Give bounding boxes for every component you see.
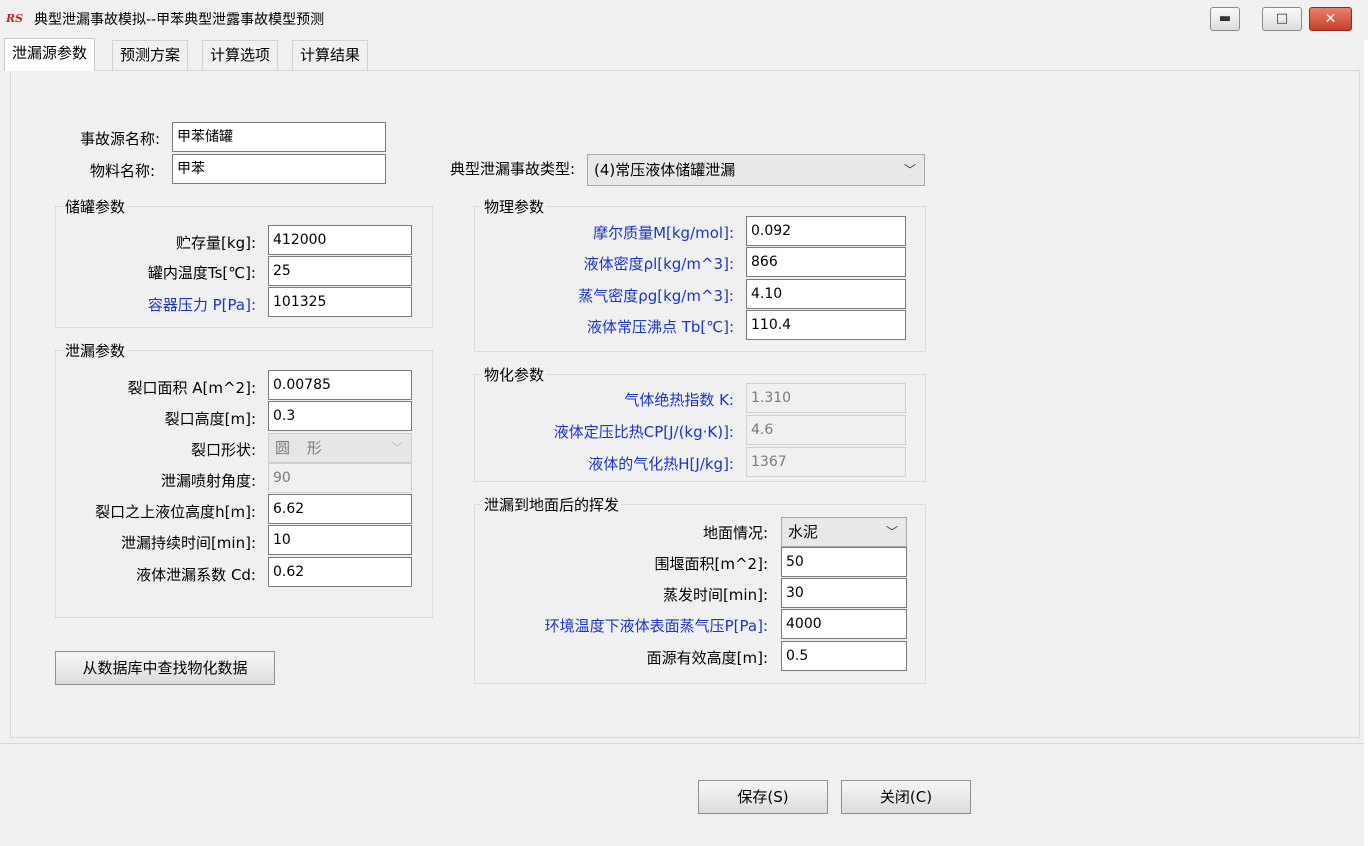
boiling-point-label: 液体常压沸点 Tb[℃]: [586, 318, 734, 336]
tank-temp-field[interactable]: 25 [268, 256, 412, 286]
specific-heat-label: 液体定压比热CP[J/(kg·K)]: [553, 423, 734, 441]
ground-type-value: 水泥 [788, 523, 819, 541]
minimize-icon: ▬ [1218, 11, 1232, 26]
vapor-pressure-label: 环境温度下液体表面蒸气压P[Pa]: [544, 617, 768, 635]
chem-group-title: 物化参数 [482, 364, 547, 385]
save-button[interactable]: 保存(S) [698, 780, 828, 814]
minimize-button[interactable]: ▬ [1210, 7, 1240, 31]
adiabatic-index-field: 1.310 [746, 383, 906, 413]
molar-mass-field[interactable]: 0.092 [746, 216, 906, 246]
lookup-database-button[interactable]: 从数据库中查找物化数据 [55, 651, 275, 685]
leak-height-field[interactable]: 0.3 [268, 401, 412, 431]
chevron-down-icon: ﹀ [903, 163, 916, 177]
ground-type-label: 地面情况: [702, 524, 768, 542]
app-logo-icon: RS [6, 12, 24, 25]
discharge-coef-field[interactable]: 0.62 [268, 557, 412, 587]
chevron-down-icon: ﹀ [885, 525, 898, 539]
leak-group-title: 泄漏参数 [63, 340, 128, 361]
tank-group-title: 储罐参数 [63, 196, 128, 217]
leak-height-label: 裂口高度[m]: [164, 410, 256, 428]
close-button[interactable]: 关闭(C) [841, 780, 971, 814]
bottom-divider [0, 743, 1368, 744]
vaporization-heat-label: 液体的气化热H[J/kg]: [588, 455, 734, 473]
accident-name-field[interactable]: 甲苯储罐 [172, 122, 386, 152]
tab-calc-options[interactable]: 计算选项 [202, 40, 279, 70]
window-title: 典型泄漏事故模拟--甲苯典型泄露事故模型预测 [34, 12, 325, 28]
material-name-field[interactable]: 甲苯 [172, 154, 386, 184]
close-icon: ✕ [1324, 11, 1337, 27]
vessel-pressure-field[interactable]: 101325 [268, 287, 412, 317]
leak-duration-field[interactable]: 10 [268, 525, 412, 555]
maximize-button[interactable]: □ [1262, 7, 1302, 31]
vapor-pressure-field[interactable]: 4000 [781, 609, 907, 639]
storage-field[interactable]: 412000 [268, 225, 412, 255]
material-name-label: 物料名称: [89, 162, 155, 180]
leak-shape-label: 裂口形状: [190, 441, 256, 459]
liquid-level-label: 裂口之上液位高度h[m]: [95, 503, 256, 521]
accident-type-value: (4)常压液体储罐泄漏 [594, 161, 736, 179]
evap-time-label: 蒸发时间[min]: [662, 586, 768, 604]
accident-type-label: 典型泄漏事故类型: [449, 160, 575, 178]
discharge-coef-label: 液体泄漏系数 Cd: [136, 566, 256, 584]
boiling-point-field[interactable]: 110.4 [746, 310, 906, 340]
chevron-down-icon: ﹀ [390, 441, 403, 455]
source-height-label: 面源有效高度[m]: [646, 649, 768, 667]
specific-heat-field: 4.6 [746, 415, 906, 445]
vapor-density-field[interactable]: 4.10 [746, 279, 906, 309]
vapor-density-label: 蒸气密度ρg[kg/m^3]: [578, 287, 734, 305]
molar-mass-label: 摩尔质量M[kg/mol]: [593, 224, 734, 242]
tank-temp-label: 罐内温度Ts[℃]: [147, 264, 256, 282]
liquid-level-field[interactable]: 6.62 [268, 494, 412, 524]
tab-leak-source[interactable]: 泄漏源参数 [4, 38, 96, 71]
leak-area-field[interactable]: 0.00785 [268, 370, 412, 400]
vessel-pressure-label: 容器压力 P[Pa]: [147, 296, 256, 314]
leak-shape-value: 圆 形 [275, 439, 328, 457]
vaporization-heat-field: 1367 [746, 447, 906, 477]
liquid-density-field[interactable]: 866 [746, 247, 906, 277]
physical-group-title: 物理参数 [482, 196, 547, 217]
dike-area-label: 围堰面积[m^2]: [654, 555, 768, 573]
dike-area-field[interactable]: 50 [781, 547, 907, 577]
tab-prediction-plan[interactable]: 预测方案 [112, 40, 189, 70]
tab-calc-results[interactable]: 计算结果 [292, 40, 369, 70]
storage-label: 贮存量[kg]: [176, 234, 256, 252]
window-edge [1364, 40, 1368, 846]
ground-type-select[interactable]: 水泥 ﹀ [781, 517, 907, 547]
accident-name-label: 事故源名称: [79, 130, 160, 148]
leak-duration-label: 泄漏持续时间[min]: [120, 534, 256, 552]
maximize-icon: □ [1275, 11, 1289, 26]
close-window-button[interactable]: ✕ [1309, 7, 1352, 31]
liquid-density-label: 液体密度ρl[kg/m^3]: [583, 255, 734, 273]
accident-type-select[interactable]: (4)常压液体储罐泄漏 ﹀ [587, 154, 925, 186]
jet-angle-label: 泄漏喷射角度: [160, 472, 256, 490]
leak-shape-select: 圆 形 ﹀ [268, 433, 412, 463]
leak-area-label: 裂口面积 A[m^2]: [127, 379, 256, 397]
adiabatic-index-label: 气体绝热指数 K: [624, 391, 734, 409]
source-height-field[interactable]: 0.5 [781, 641, 907, 671]
evap-time-field[interactable]: 30 [781, 578, 907, 608]
evaporation-group-title: 泄漏到地面后的挥发 [482, 494, 622, 515]
jet-angle-field: 90 [268, 463, 412, 493]
